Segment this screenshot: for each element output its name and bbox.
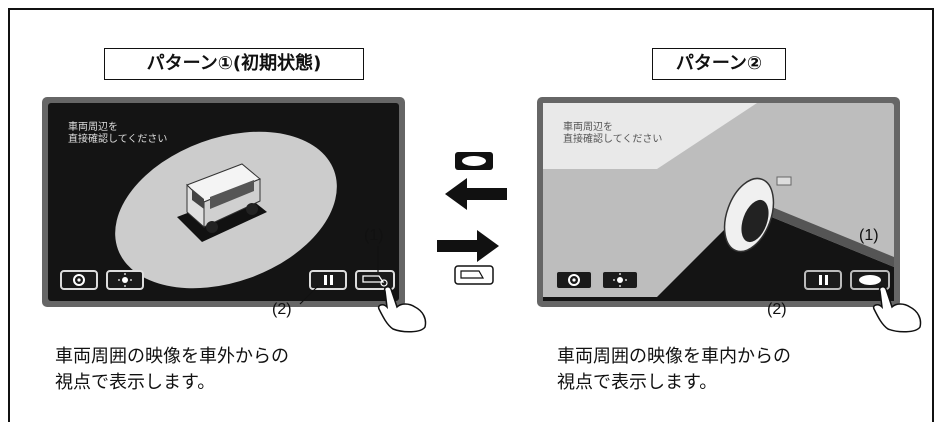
pattern2-callout-2: (2) xyxy=(767,301,787,318)
switch-arrows xyxy=(437,152,507,285)
brightness-button[interactable] xyxy=(601,270,639,290)
pattern2-caption-line2: 視点で表示します。 xyxy=(557,372,718,393)
pattern2-caption-line1: 車両周囲の映像を車内からの xyxy=(557,346,791,367)
pattern2-screen: 車両周辺を 直接確認してください xyxy=(537,97,900,307)
pattern1-caption-line2: 視点で表示します。 xyxy=(55,372,216,393)
right-arrow-icon xyxy=(437,230,499,262)
pattern1-caption-line1: 車両周囲の映像を車外からの xyxy=(55,346,289,367)
finger-tap-icon xyxy=(377,286,427,333)
finger-tap-icon xyxy=(872,286,922,333)
settings-button[interactable] xyxy=(555,270,593,290)
pattern2-callout-1: (1) xyxy=(859,227,879,244)
gear-icon xyxy=(568,274,580,286)
pattern1-caption: 車両周囲の映像を車外からの 視点で表示します。 xyxy=(55,344,289,396)
left-arrow-icon xyxy=(445,178,507,210)
pause-icon xyxy=(819,275,828,285)
pattern2-caption: 車両周囲の映像を車内からの 視点で表示します。 xyxy=(557,344,791,396)
pause-button[interactable] xyxy=(804,270,842,290)
pattern2-screen-message: 車両周辺を 直接確認してください xyxy=(563,122,663,145)
sun-icon xyxy=(613,273,627,287)
